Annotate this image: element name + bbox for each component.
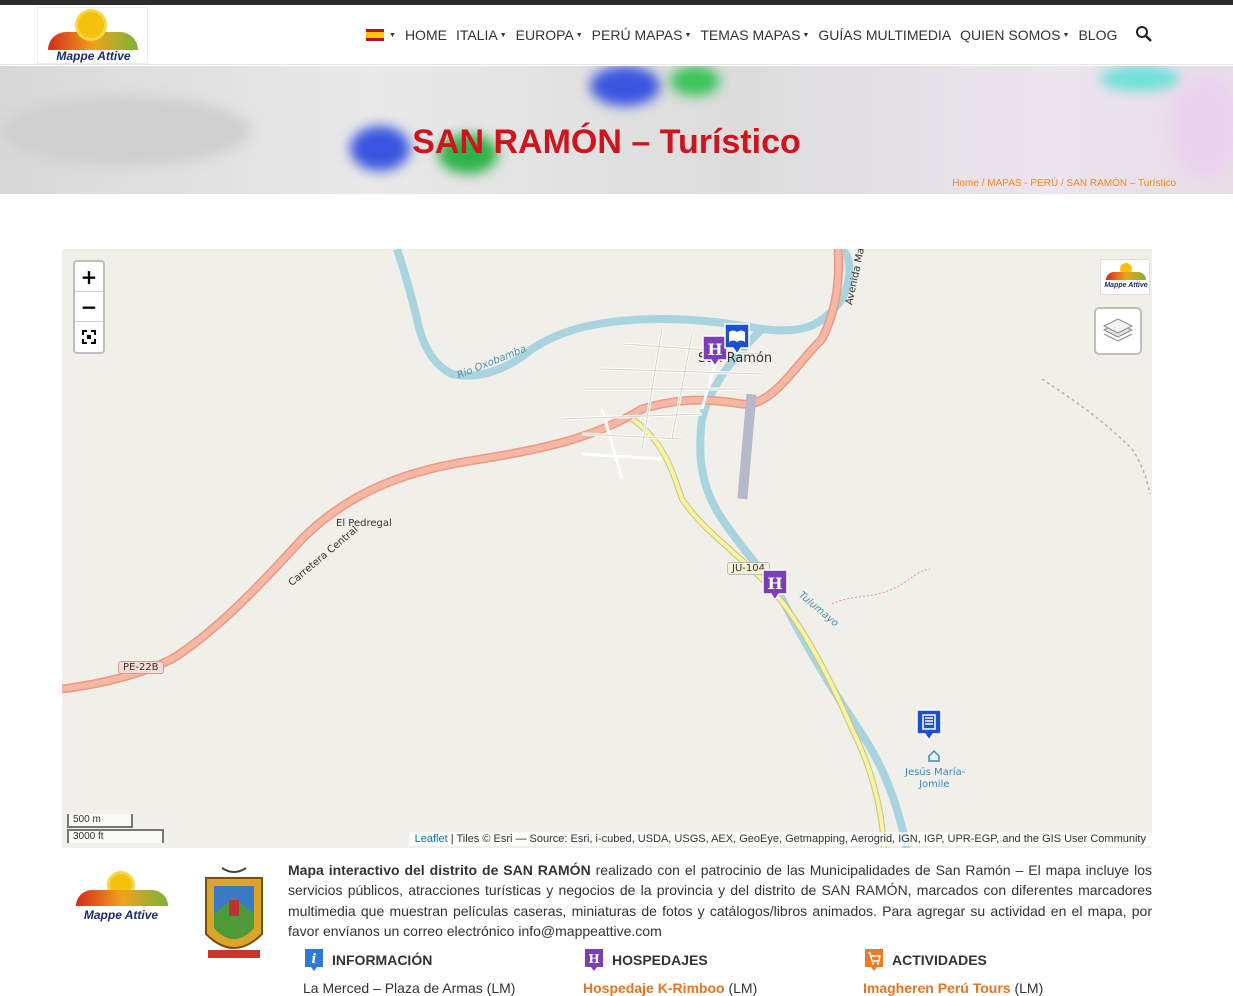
hotel-icon: H bbox=[585, 949, 603, 971]
nav-temas-mapas[interactable]: TEMAS MAPAS ▼ bbox=[700, 27, 809, 43]
layers-button[interactable] bbox=[1094, 307, 1142, 355]
svg-text:i: i bbox=[312, 952, 317, 967]
chevron-down-icon: ▼ bbox=[499, 31, 507, 39]
interactive-map[interactable]: San Ramón Rio Oxobamba Tulumayo Avenida … bbox=[62, 249, 1152, 848]
language-selector[interactable]: ▼ bbox=[366, 29, 396, 41]
nav-italia[interactable]: ITALIA ▼ bbox=[456, 27, 507, 43]
zoom-control: + − bbox=[73, 260, 105, 354]
chevron-down-icon: ▼ bbox=[1062, 31, 1070, 39]
nav-blog[interactable]: BLOG bbox=[1078, 27, 1117, 43]
place-house-icon bbox=[928, 749, 940, 762]
description-lead: Mapa interactivo del distrito de SAN RAM… bbox=[288, 862, 591, 878]
entry-suffix: (LM) bbox=[1010, 980, 1044, 996]
svg-text:H: H bbox=[588, 952, 599, 966]
road-shield: PE-22B bbox=[118, 661, 164, 674]
nav-label: HOME bbox=[404, 27, 447, 43]
chevron-down-icon: ▼ bbox=[802, 31, 810, 39]
chevron-down-icon: ▼ bbox=[389, 31, 396, 39]
nav-home[interactable]: HOME bbox=[405, 27, 447, 43]
attribution-text: | Tiles © Esri — Source: Esri, i-cubed, … bbox=[447, 833, 1146, 845]
secondary-road bbox=[630, 417, 886, 848]
category-informacion: i INFORMACIÓN bbox=[304, 948, 432, 972]
hero-blur-shape bbox=[590, 66, 660, 106]
nav-peru-mapas[interactable]: PERÚ MAPAS ▼ bbox=[592, 27, 692, 43]
category-hospedajes: H HOSPEDAJES bbox=[584, 948, 708, 972]
main-nav: ▼ HOME ITALIA ▼ EUROPA ▼ PERÚ MAPAS ▼ TEMAS… bbox=[366, 5, 1126, 65]
river-line bbox=[393, 249, 854, 380]
sun-icon bbox=[78, 12, 104, 38]
category-actividades: ACTIVIDADES bbox=[864, 948, 987, 972]
layers-icon bbox=[1102, 318, 1134, 342]
municipal-crest bbox=[205, 867, 263, 958]
map-label-place: Jesús María- bbox=[905, 767, 966, 778]
leaflet-link[interactable]: Leaflet bbox=[415, 833, 448, 845]
map-label-place: El Pedregal bbox=[336, 518, 392, 529]
hotel-marker[interactable]: H bbox=[762, 569, 788, 601]
category-title: INFORMACIÓN bbox=[332, 952, 433, 968]
chevron-down-icon: ▼ bbox=[575, 31, 583, 39]
site-logo[interactable]: Mappe Attive bbox=[37, 7, 148, 64]
shopping-cart-icon bbox=[865, 949, 883, 971]
info-icon: i bbox=[305, 949, 323, 971]
search-icon[interactable] bbox=[1135, 25, 1153, 43]
entry-suffix: (LM) bbox=[482, 980, 516, 996]
nav-label: QUIEN SOMOS bbox=[960, 27, 1061, 43]
zoom-in-button[interactable]: + bbox=[75, 262, 103, 292]
es-flag-icon bbox=[366, 29, 384, 41]
book-marker[interactable] bbox=[724, 323, 750, 355]
site-header: Mappe Attive ▼ HOME ITALIA ▼ EUROPA ▼ PERÚ… bbox=[0, 5, 1233, 65]
logo-text: Mappe Attive bbox=[56, 49, 131, 63]
entry-suffix: (LM) bbox=[724, 980, 758, 996]
nav-label: TEMAS MAPAS bbox=[700, 27, 801, 43]
map-brand-logo[interactable]: Mappe Attive bbox=[1100, 259, 1150, 295]
zoom-out-button[interactable]: − bbox=[75, 292, 103, 322]
svg-text:H: H bbox=[767, 574, 782, 593]
logo-arc bbox=[1106, 272, 1146, 280]
category-entry: La Merced – Plaza de Armas (LM) bbox=[303, 980, 515, 996]
entry-link[interactable]: Hospedaje K-Rimboo bbox=[583, 980, 725, 996]
nav-quien-somos[interactable]: QUIEN SOMOS ▼ bbox=[960, 27, 1069, 43]
category-title: HOSPEDAJES bbox=[612, 952, 708, 968]
nav-label: ITALIA bbox=[455, 27, 498, 43]
primary-road bbox=[62, 249, 844, 694]
nav-guias-multimedia[interactable]: GUÍAS MULTIMEDIA bbox=[818, 27, 951, 43]
hero-blur-shape bbox=[670, 66, 720, 96]
page-title: SAN RAMÓN – Turístico bbox=[412, 123, 801, 161]
nav-label: PERÚ MAPAS bbox=[591, 27, 683, 43]
trail bbox=[1041, 378, 1151, 495]
airstrip bbox=[737, 393, 757, 500]
secondary-road bbox=[630, 416, 887, 848]
nav-europa[interactable]: EUROPA ▼ bbox=[516, 27, 583, 43]
fullscreen-button[interactable] bbox=[75, 322, 103, 352]
logo-text: Mappe Attive bbox=[1104, 282, 1148, 289]
map-description: Mapa interactivo del distrito de SAN RAM… bbox=[288, 860, 1152, 942]
nav-label: BLOG bbox=[1078, 27, 1118, 43]
boundary-line bbox=[831, 568, 933, 605]
map-attribution: Leaflet | Tiles © Esri — Source: Esri, i… bbox=[408, 832, 1152, 846]
hero-blur-shape bbox=[1100, 66, 1180, 91]
nav-label: GUÍAS MULTIMEDIA bbox=[818, 27, 952, 43]
map-canvas[interactable] bbox=[62, 249, 1152, 848]
chevron-down-icon: ▼ bbox=[684, 31, 692, 39]
scale-imperial: 3000 ft bbox=[67, 829, 164, 843]
document-marker[interactable] bbox=[916, 709, 942, 741]
breadcrumb[interactable]: Home / MAPAS - PERÚ / SAN RAMÓN – Turíst… bbox=[952, 178, 1176, 189]
svg-text:H: H bbox=[707, 340, 722, 359]
entry-name: La Merced – Plaza de Armas bbox=[303, 980, 483, 996]
entry-link[interactable]: Imagheren Perú Tours bbox=[863, 980, 1011, 996]
map-label-place: Jomile bbox=[919, 779, 950, 790]
nav-label: EUROPA bbox=[515, 27, 574, 43]
scale-metric: 500 m bbox=[67, 814, 133, 828]
logo-arc bbox=[76, 890, 168, 906]
category-title: ACTIVIDADES bbox=[892, 952, 987, 968]
footer-logo[interactable]: Mappe Attive bbox=[70, 870, 172, 924]
fullscreen-icon bbox=[82, 330, 96, 344]
category-entry: Hospedaje K-Rimboo (LM) bbox=[583, 980, 757, 996]
logo-text: Mappe Attive bbox=[83, 908, 159, 922]
page-hero: SAN RAMÓN – Turístico Home / MAPAS - PER… bbox=[0, 66, 1233, 194]
category-entry: Imagheren Perú Tours (LM) bbox=[863, 980, 1043, 996]
map-scale: 500 m 3000 ft bbox=[67, 814, 164, 843]
